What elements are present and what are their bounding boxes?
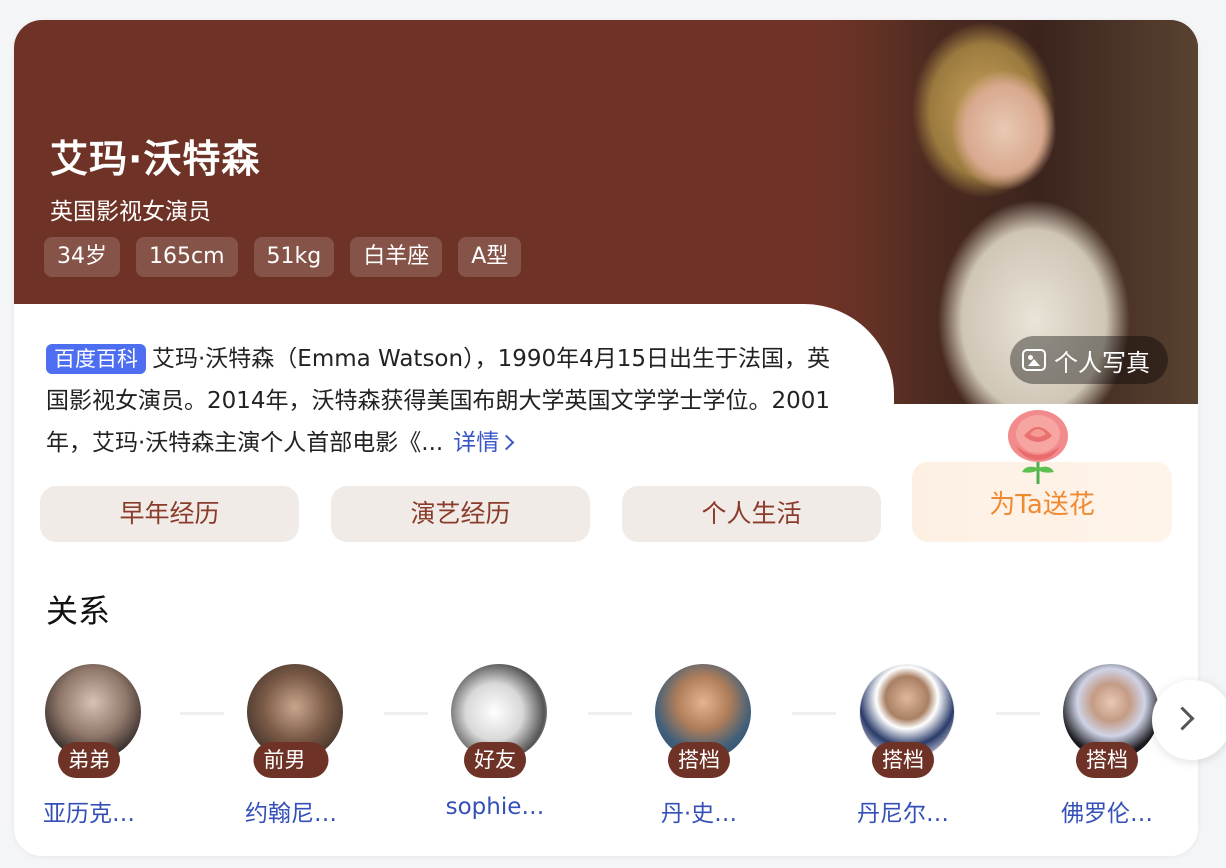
relation-item[interactable]: 搭档 丹尼尔… bbox=[828, 664, 978, 854]
summary-text: 艾玛·沃特森（Emma Watson），1990年4月15日出生于法国，英国影视… bbox=[46, 346, 831, 456]
personal-photos-label: 个人写真 bbox=[1054, 348, 1150, 377]
relation-label: 搭档 bbox=[1076, 742, 1138, 778]
next-relations-button[interactable] bbox=[1152, 680, 1226, 760]
career-button[interactable]: 演艺经历 bbox=[331, 486, 590, 542]
relation-name[interactable]: 佛罗伦… bbox=[1032, 794, 1182, 828]
relation-label: 搭档 bbox=[872, 742, 934, 778]
relation-label: 搭档 bbox=[668, 742, 730, 778]
blood-type-tag: A型 bbox=[458, 237, 522, 277]
rose-icon bbox=[1008, 410, 1068, 484]
details-link[interactable]: 详情 bbox=[453, 430, 515, 456]
image-icon bbox=[1022, 349, 1046, 371]
relations-title: 关系 bbox=[46, 592, 111, 630]
relation-label: 好友 bbox=[464, 742, 526, 778]
height-tag: 165cm bbox=[136, 237, 238, 277]
weight-tag: 51kg bbox=[253, 237, 335, 277]
relation-item[interactable]: 好友 sophie… bbox=[420, 664, 570, 854]
relation-name[interactable]: 丹·史… bbox=[624, 794, 774, 828]
zodiac-tag: 白羊座 bbox=[350, 237, 443, 277]
age-tag: 34岁 bbox=[44, 237, 120, 277]
details-label: 详情 bbox=[453, 430, 500, 456]
relation-name[interactable]: 约翰尼… bbox=[216, 794, 366, 828]
encyclopedia-summary: 百度百科 艾玛·沃特森（Emma Watson），1990年4月15日出生于法国，… bbox=[46, 338, 846, 464]
relation-name[interactable]: sophie… bbox=[420, 794, 570, 820]
person-card: 艾玛·沃特森 英国影视女演员 34岁 165cm 51kg 白羊座 A型 个人写… bbox=[14, 20, 1198, 856]
early-life-button[interactable]: 早年经历 bbox=[40, 486, 299, 542]
relation-item[interactable]: 弟弟 亚历克… bbox=[14, 664, 164, 854]
relation-label: 前男友 bbox=[253, 742, 329, 808]
relation-item[interactable]: 搭档 丹·史… bbox=[624, 664, 774, 854]
chevron-right-icon bbox=[498, 434, 515, 451]
person-name: 艾玛·沃特森 bbox=[50, 137, 261, 181]
personal-life-button[interactable]: 个人生活 bbox=[622, 486, 881, 542]
personal-photos-button[interactable]: 个人写真 bbox=[1010, 336, 1168, 384]
relation-item[interactable]: 前男友 约翰尼… bbox=[216, 664, 366, 854]
relation-item[interactable]: 搭档 佛罗伦… bbox=[1032, 664, 1182, 854]
attribute-tags: 34岁 165cm 51kg 白羊座 A型 bbox=[44, 237, 522, 277]
send-flower-label: 为Ta送花 bbox=[989, 490, 1095, 520]
source-badge[interactable]: 百度百科 bbox=[46, 344, 146, 374]
person-occupation: 英国影视女演员 bbox=[50, 199, 211, 225]
relation-name[interactable]: 亚历克… bbox=[14, 794, 164, 828]
relation-label: 弟弟 bbox=[58, 742, 120, 778]
relation-name[interactable]: 丹尼尔… bbox=[828, 794, 978, 828]
chevron-right-icon bbox=[1170, 706, 1195, 731]
